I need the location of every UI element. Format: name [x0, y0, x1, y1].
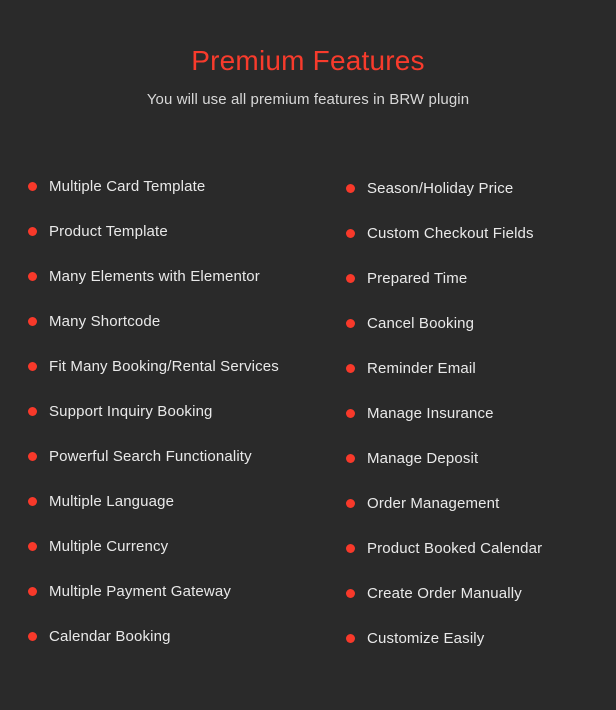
feature-item: Prepared Time	[346, 256, 616, 301]
feature-item: Order Management	[346, 481, 616, 526]
features-columns: Multiple Card Template Product Template Ma…	[0, 164, 616, 661]
premium-features-panel: Premium Features You will use all premiu…	[0, 0, 616, 710]
dot-icon	[346, 454, 355, 463]
feature-item-label: Custom Checkout Fields	[367, 225, 534, 242]
feature-item: Cancel Booking	[346, 301, 616, 346]
dot-icon	[28, 587, 37, 596]
feature-item-label: Cancel Booking	[367, 315, 475, 332]
dot-icon	[346, 589, 355, 598]
feature-item: Manage Deposit	[346, 436, 616, 481]
feature-item-label: Calendar Booking	[49, 628, 171, 645]
feature-item-label: Product Template	[49, 223, 168, 240]
dot-icon	[346, 319, 355, 328]
feature-item: Support Inquiry Booking	[28, 389, 337, 434]
feature-item-label: Manage Deposit	[367, 450, 479, 467]
dot-icon	[346, 544, 355, 553]
feature-item: Multiple Card Template	[28, 164, 337, 209]
feature-item: Multiple Payment Gateway	[28, 569, 337, 614]
dot-icon	[28, 632, 37, 641]
feature-item: Calendar Booking	[28, 614, 337, 659]
feature-item: Product Template	[28, 209, 337, 254]
dot-icon	[28, 182, 37, 191]
dot-icon	[28, 272, 37, 281]
feature-item-label: Customize Easily	[367, 630, 485, 647]
page-subtitle: You will use all premium features in BRW…	[146, 91, 470, 108]
feature-item-label: Reminder Email	[367, 360, 476, 377]
header: Premium Features You will use all premiu…	[0, 0, 616, 110]
feature-list-left: Multiple Card Template Product Template Ma…	[28, 164, 337, 659]
dot-icon	[28, 542, 37, 551]
feature-item-label: Season/Holiday Price	[367, 180, 514, 197]
dot-icon	[28, 452, 37, 461]
dot-icon	[28, 362, 37, 371]
feature-item: Fit Many Booking/Rental Services	[28, 344, 337, 389]
feature-item-label: Multiple Payment Gateway	[49, 583, 232, 600]
feature-item-label: Manage Insurance	[367, 405, 494, 422]
dot-icon	[346, 409, 355, 418]
feature-item-label: Multiple Language	[49, 493, 175, 510]
feature-item: Create Order Manually	[346, 571, 616, 616]
dot-icon	[346, 499, 355, 508]
feature-item: Product Booked Calendar	[346, 526, 616, 571]
dot-icon	[346, 634, 355, 643]
feature-item: Custom Checkout Fields	[346, 211, 616, 256]
dot-icon	[346, 229, 355, 238]
feature-item-label: Product Booked Calendar	[367, 540, 543, 557]
feature-item-label: Many Shortcode	[49, 313, 161, 330]
feature-item-label: Many Elements with Elementor	[49, 268, 260, 285]
dot-icon	[346, 364, 355, 373]
feature-item-label: Support Inquiry Booking	[49, 403, 213, 420]
feature-item: Customize Easily	[346, 616, 616, 661]
feature-item: Multiple Currency	[28, 524, 337, 569]
feature-item-label: Fit Many Booking/Rental Services	[49, 358, 279, 375]
dot-icon	[28, 497, 37, 506]
feature-item-label: Multiple Currency	[49, 538, 169, 555]
feature-item-label: Powerful Search Functionality	[49, 448, 252, 465]
feature-item-label: Prepared Time	[367, 270, 468, 287]
dot-icon	[28, 317, 37, 326]
feature-item: Many Elements with Elementor	[28, 254, 337, 299]
feature-item: Reminder Email	[346, 346, 616, 391]
feature-item: Manage Insurance	[346, 391, 616, 436]
feature-item-label: Create Order Manually	[367, 585, 522, 602]
features-column-right: Season/Holiday Price Custom Checkout Fiel…	[337, 164, 616, 661]
feature-item-label: Multiple Card Template	[49, 178, 206, 195]
feature-item: Multiple Language	[28, 479, 337, 524]
feature-item-label: Order Management	[367, 495, 500, 512]
feature-list-right: Season/Holiday Price Custom Checkout Fiel…	[346, 166, 616, 661]
dot-icon	[28, 407, 37, 416]
dot-icon	[346, 274, 355, 283]
feature-item: Many Shortcode	[28, 299, 337, 344]
page-title: Premium Features	[191, 45, 425, 76]
dot-icon	[346, 184, 355, 193]
feature-item: Powerful Search Functionality	[28, 434, 337, 479]
features-column-left: Multiple Card Template Product Template Ma…	[0, 164, 337, 659]
feature-item: Season/Holiday Price	[346, 166, 616, 211]
dot-icon	[28, 227, 37, 236]
